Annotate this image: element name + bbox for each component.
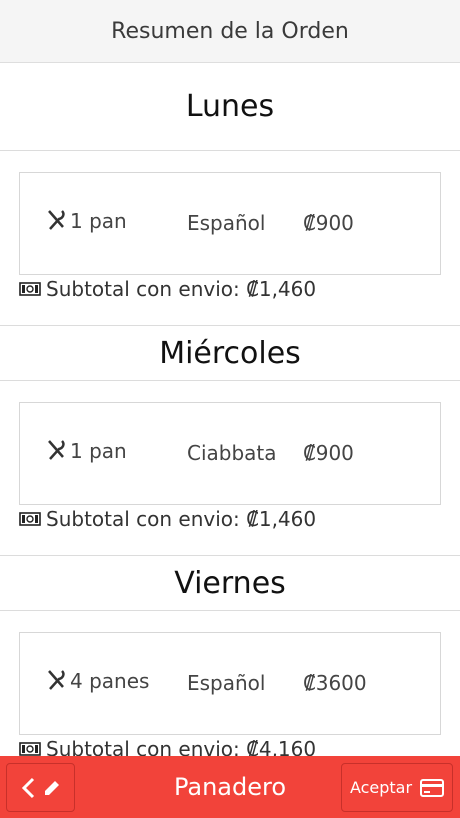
order-bread: Español	[187, 211, 266, 235]
order-bread: Ciabbata	[187, 441, 277, 465]
utensils-icon	[48, 210, 65, 230]
accept-button[interactable]: Aceptar	[341, 763, 453, 812]
order-qty: 1 pan	[46, 209, 127, 233]
accept-label: Aceptar	[349, 778, 413, 797]
subtotal-row: Subtotal con envio: ₡1,460	[0, 505, 460, 555]
money-icon	[19, 742, 41, 756]
order-qty-label: 1 pan	[70, 209, 127, 233]
order-card: 1 pan Español ₡900	[19, 172, 441, 275]
order-price: ₡900	[303, 441, 354, 465]
subtotal-row: Subtotal con envio: ₡4,160	[0, 735, 460, 756]
footer-title: Panadero	[173, 773, 287, 801]
chevron-left-icon	[21, 777, 34, 798]
money-icon	[19, 512, 41, 526]
utensils-icon	[48, 440, 65, 460]
day-title-miercoles: Miércoles	[0, 325, 460, 381]
subtotal-row: Subtotal con envio: ₡1,460	[0, 275, 460, 325]
order-price: ₡3600	[303, 671, 367, 695]
order-qty-label: 1 pan	[70, 439, 127, 463]
pencil-icon	[44, 780, 59, 795]
day-title-viernes: Viernes	[0, 555, 460, 611]
order-qty: 1 pan	[46, 439, 127, 463]
footer-bar: Panadero Aceptar	[0, 756, 460, 818]
credit-card-icon	[420, 778, 445, 797]
order-card: 4 panes Español ₡3600	[19, 632, 441, 735]
page-title: Resumen de la Orden	[111, 18, 349, 44]
utensils-icon	[48, 670, 65, 690]
subtotal-text: Subtotal con envio: ₡1,460	[46, 507, 317, 531]
money-icon	[19, 282, 41, 296]
page-header: Resumen de la Orden	[0, 0, 460, 63]
order-price: ₡900	[303, 211, 354, 235]
subtotal-text: Subtotal con envio: ₡1,460	[46, 277, 317, 301]
back-edit-button[interactable]	[6, 763, 75, 812]
day-title-lunes: Lunes	[0, 63, 460, 151]
subtotal-text: Subtotal con envio: ₡4,160	[46, 737, 317, 756]
order-qty: 4 panes	[46, 669, 149, 693]
order-qty-label: 4 panes	[70, 669, 150, 693]
order-card: 1 pan Ciabbata ₡900	[19, 402, 441, 505]
order-summary: Lunes 1 pan Español ₡900 Subtotal con en…	[0, 63, 460, 756]
order-bread: Español	[187, 671, 266, 695]
